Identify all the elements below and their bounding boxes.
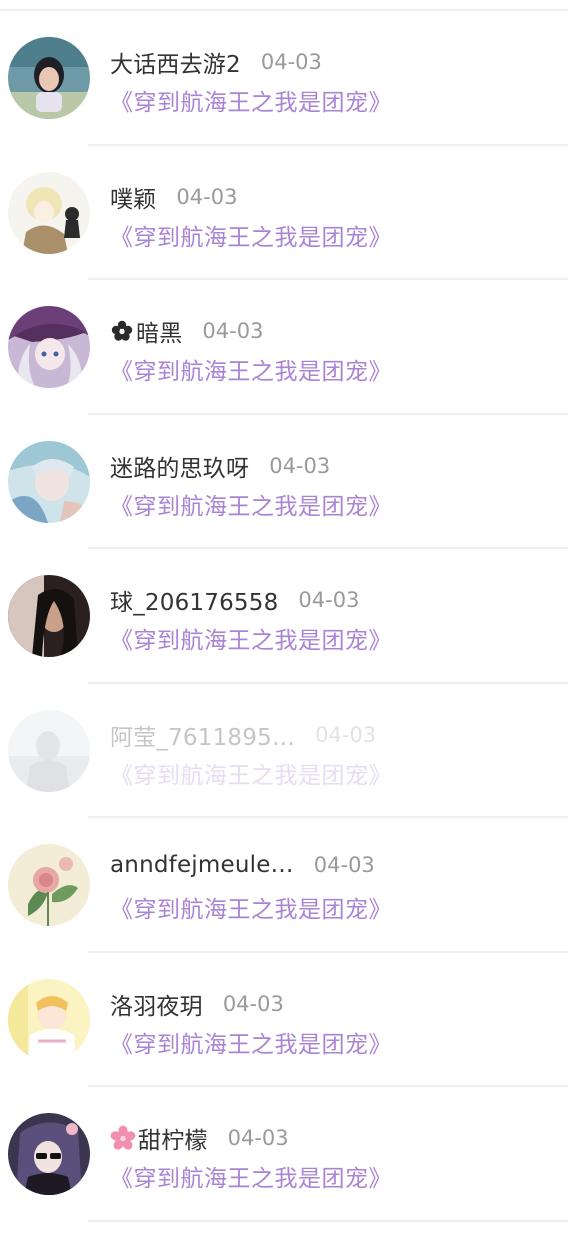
user-avatar[interactable] bbox=[8, 171, 90, 254]
user-name[interactable]: 迷路的思玖呀 bbox=[110, 449, 249, 483]
user-name[interactable]: 噗颖 bbox=[110, 180, 156, 214]
comment-date: 04-03 bbox=[298, 588, 360, 612]
list-item[interactable]: 洛羽夜玥 04-03 《穿到航海王之我是团宠》 bbox=[0, 953, 568, 1087]
comment-date: 04-03 bbox=[313, 853, 375, 877]
comment-date: 04-03 bbox=[260, 50, 322, 74]
comment-date: 04-03 bbox=[222, 991, 284, 1016]
user-name[interactable]: 洛羽夜玥 bbox=[110, 987, 203, 1021]
book-title-link[interactable]: 《穿到航海王之我是团宠》 bbox=[110, 1025, 392, 1059]
list-item[interactable]: 球_206176558 04-03 《穿到航海王之我是团宠》 bbox=[0, 549, 568, 684]
user-avatar[interactable] bbox=[8, 709, 90, 792]
book-title-link[interactable]: 《穿到航海王之我是团宠》 bbox=[110, 487, 392, 521]
book-title-link[interactable]: 《穿到航海王之我是团宠》 bbox=[110, 890, 392, 924]
comment-list: 大话西去游2 04-03 《穿到航海王之我是团宠》 噗颖 04-03 《穿到航海… bbox=[0, 11, 568, 1222]
book-title-link[interactable]: 《穿到航海王之我是团宠》 bbox=[110, 1159, 392, 1193]
user-name[interactable]: 大话西去游2 bbox=[110, 45, 241, 79]
comment-date: 04-03 bbox=[269, 453, 331, 478]
flower-icon bbox=[110, 319, 134, 343]
divider bbox=[88, 1219, 568, 1222]
user-avatar[interactable] bbox=[8, 844, 90, 926]
book-title-link[interactable]: 《穿到航海王之我是团宠》 bbox=[110, 756, 392, 790]
cherry-blossom-icon bbox=[110, 1125, 136, 1151]
user-avatar[interactable] bbox=[8, 575, 90, 657]
user-avatar[interactable] bbox=[8, 978, 90, 1061]
list-item[interactable]: 噗颖 04-03 《穿到航海王之我是团宠》 bbox=[0, 146, 568, 280]
book-title-link[interactable]: 《穿到航海王之我是团宠》 bbox=[110, 621, 392, 655]
user-avatar[interactable] bbox=[8, 306, 90, 388]
comment-date: 04-03 bbox=[176, 184, 238, 209]
user-name[interactable]: 阿莹_7611895… bbox=[110, 718, 295, 752]
user-name[interactable]: 球_206176558 bbox=[110, 583, 278, 617]
user-name[interactable]: anndfejmeule… bbox=[110, 852, 294, 878]
list-item[interactable]: 大话西去游2 04-03 《穿到航海王之我是团宠》 bbox=[0, 11, 568, 146]
list-item[interactable]: 迷路的思玖呀 04-03 《穿到航海王之我是团宠》 bbox=[0, 415, 568, 549]
user-avatar[interactable] bbox=[8, 37, 90, 119]
comment-date: 04-03 bbox=[315, 722, 377, 747]
book-title-link[interactable]: 《穿到航海王之我是团宠》 bbox=[110, 83, 392, 117]
comment-date: 04-03 bbox=[227, 1126, 289, 1150]
list-item[interactable]: anndfejmeule… 04-03 《穿到航海王之我是团宠》 bbox=[0, 818, 568, 953]
user-name[interactable]: 暗黑 bbox=[136, 314, 182, 348]
comment-date: 04-03 bbox=[202, 319, 264, 343]
user-name[interactable]: 甜柠檬 bbox=[138, 1121, 208, 1155]
user-avatar[interactable] bbox=[8, 1113, 90, 1195]
list-item[interactable]: 阿莹_7611895… 04-03 《穿到航海王之我是团宠》 bbox=[0, 684, 568, 818]
book-title-link[interactable]: 《穿到航海王之我是团宠》 bbox=[110, 218, 392, 252]
book-title-link[interactable]: 《穿到航海王之我是团宠》 bbox=[110, 352, 392, 386]
list-item[interactable]: 甜柠檬 04-03 《穿到航海王之我是团宠》 bbox=[0, 1087, 568, 1222]
list-item[interactable]: 暗黑 04-03 《穿到航海王之我是团宠》 bbox=[0, 280, 568, 415]
user-avatar[interactable] bbox=[8, 440, 90, 523]
